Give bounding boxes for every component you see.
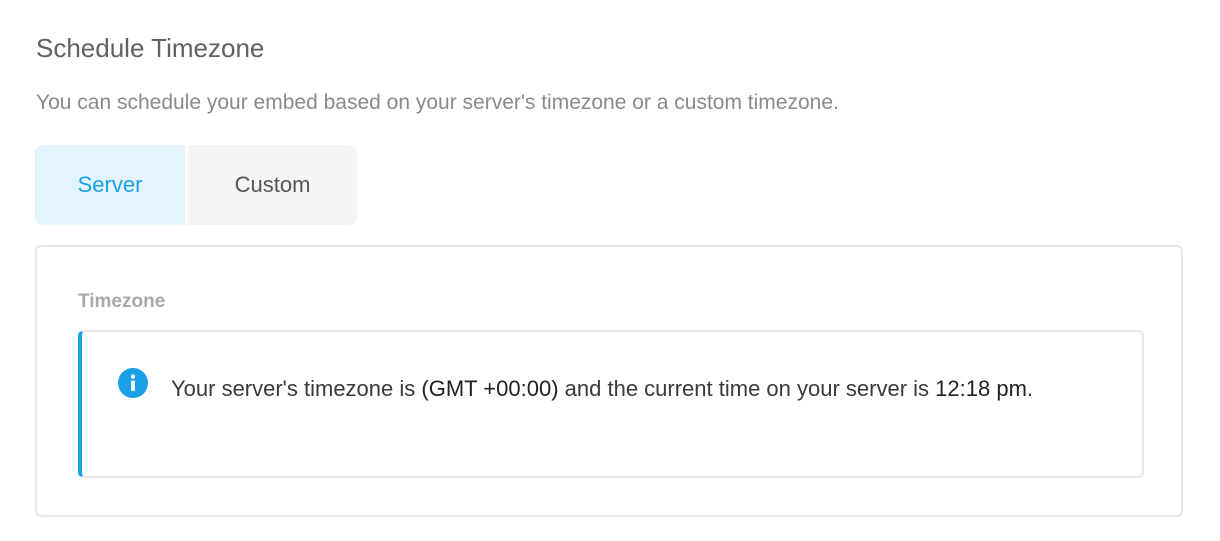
notice-text-before: Your server's timezone is xyxy=(171,376,422,401)
notice-text: Your server's timezone is (GMT +00:00) a… xyxy=(171,367,1121,411)
timezone-panel: Timezone Your server's timezone is (GMT … xyxy=(35,245,1183,517)
server-timezone-notice: Your server's timezone is (GMT +00:00) a… xyxy=(78,330,1144,478)
tab-server[interactable]: Server xyxy=(35,145,185,225)
timezone-field-label: Timezone xyxy=(78,291,166,312)
timezone-mode-tabs: Server Custom xyxy=(35,145,357,225)
server-current-time: 12:18 pm xyxy=(935,376,1027,401)
schedule-timezone-section: Schedule Timezone You can schedule your … xyxy=(0,0,1220,541)
notice-text-middle: and the current time on your server is xyxy=(558,376,936,401)
section-description: You can schedule your embed based on you… xyxy=(36,91,839,114)
section-title: Schedule Timezone xyxy=(36,33,265,63)
info-icon xyxy=(118,368,148,398)
tab-custom[interactable]: Custom xyxy=(188,145,357,225)
notice-text-after: . xyxy=(1026,376,1034,401)
server-timezone-value: (GMT +00:00) xyxy=(421,376,559,401)
